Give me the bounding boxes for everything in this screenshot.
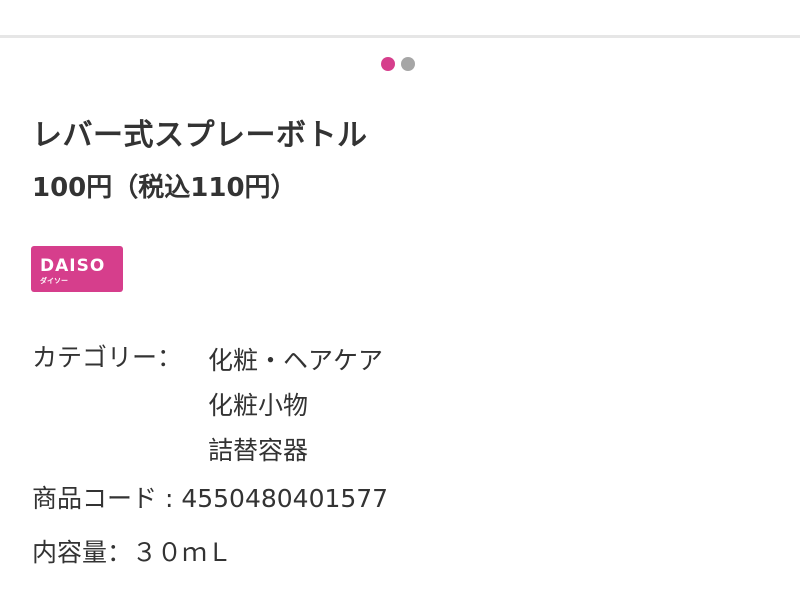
top-divider (0, 35, 800, 38)
category-label: カテゴリー： (32, 343, 183, 372)
category-item: 化粧・ヘアケア (208, 346, 384, 375)
product-code: 商品コード : 4550480401577 (32, 484, 389, 513)
daiso-logo: DAISO ダイソー (31, 246, 123, 292)
product-price: 100円（税込110円） (32, 173, 297, 203)
logo-subtext: ダイソー (40, 277, 68, 285)
carousel-dot-1[interactable] (381, 57, 395, 71)
image-carousel-pager[interactable] (381, 57, 415, 71)
carousel-dot-2[interactable] (401, 57, 415, 71)
product-title: レバー式スプレーボトル (32, 118, 368, 153)
logo-text: DAISO (40, 256, 106, 276)
category-item: 化粧小物 (208, 391, 309, 420)
product-volume: 内容量：３０ｍＬ (32, 538, 233, 567)
category-list: 化粧・ヘアケア 化粧小物 詰替容器 (208, 338, 383, 473)
category-item: 詰替容器 (208, 436, 309, 465)
